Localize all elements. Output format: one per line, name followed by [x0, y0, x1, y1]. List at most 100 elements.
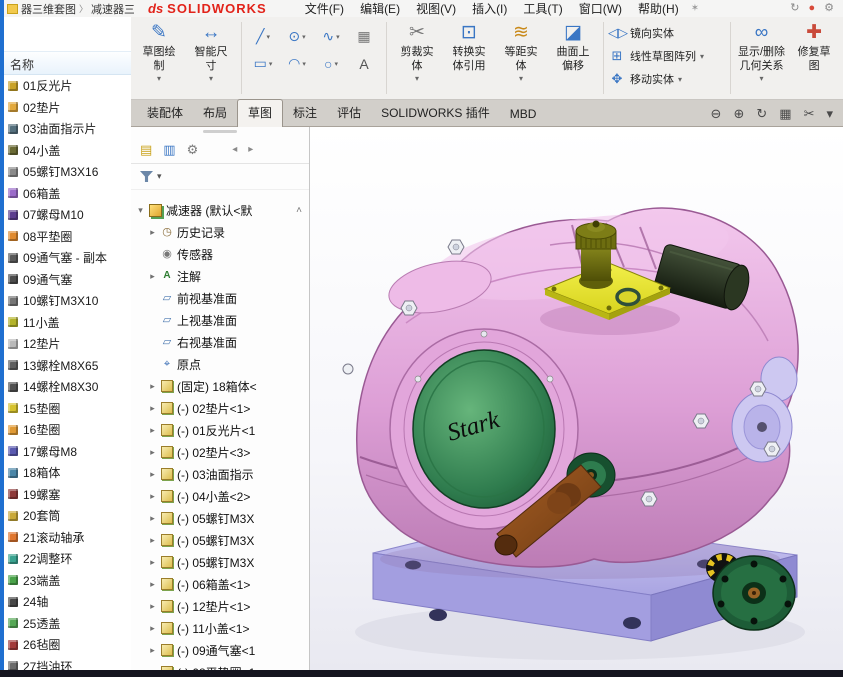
- tree-item[interactable]: ▸ (-) 05螺钉M3X: [131, 529, 309, 551]
- move-entities-button[interactable]: ✥ 移动实体 ▾: [608, 71, 726, 87]
- filter-dropdown-icon[interactable]: ▾: [157, 171, 162, 182]
- collapse-arrow-icon[interactable]: ˄: [296, 205, 302, 216]
- part-list-item[interactable]: 07螺母M10: [4, 204, 131, 226]
- command-tab[interactable]: SOLIDWORKS 插件: [371, 100, 500, 126]
- expander-icon[interactable]: ▸: [148, 491, 157, 502]
- options-gear-icon[interactable]: ⚙: [824, 3, 834, 14]
- tree-item[interactable]: ▸ (-) 04小盖<2>: [131, 485, 309, 507]
- linear-sketch-pattern-button[interactable]: ⊞ 线性草图阵列 ▾: [608, 48, 726, 64]
- expander-icon[interactable]: ▸: [148, 271, 157, 282]
- expander-icon[interactable]: ▸: [148, 227, 157, 238]
- menu-item[interactable]: 帮助(H): [630, 0, 687, 17]
- filter-icon[interactable]: [140, 171, 153, 182]
- part-list-item[interactable]: 23端盖: [4, 570, 131, 592]
- part-list-item[interactable]: 09通气塞 - 副本: [4, 247, 131, 269]
- rebuild-icon[interactable]: ↻: [790, 3, 799, 14]
- tree-item[interactable]: ▸ (固定) 18箱体<: [131, 375, 309, 397]
- part-list-item[interactable]: 04小盖: [4, 140, 131, 162]
- tree-item[interactable]: ▸ (-) 11小盖<1>: [131, 617, 309, 639]
- part-list-item[interactable]: 09通气塞: [4, 269, 131, 291]
- part-list-item[interactable]: 03油面指示片: [4, 118, 131, 140]
- tree-item[interactable]: ▸ 注解: [131, 265, 309, 287]
- circle-tool-icon[interactable]: ⊙ ▾: [280, 23, 314, 50]
- part-list-item[interactable]: 22调整环: [4, 548, 131, 570]
- expander-icon[interactable]: ▸: [148, 469, 157, 480]
- line-tool-icon[interactable]: ╱ ▾: [246, 23, 280, 50]
- menu-item[interactable]: 工具(T): [515, 0, 570, 17]
- tree-item[interactable]: ▸ (-) 08平垫圈<1: [131, 661, 309, 670]
- expander-icon[interactable]: ▸: [148, 425, 157, 436]
- tree-item[interactable]: 右视基准面: [131, 331, 309, 353]
- part-list-item[interactable]: 02垫片: [4, 97, 131, 119]
- tree-item[interactable]: 上视基准面: [131, 309, 309, 331]
- menu-pin-icon[interactable]: ✶: [691, 3, 699, 14]
- tree-item[interactable]: 原点: [131, 353, 309, 375]
- breadcrumb-part-1[interactable]: 器三维套图: [21, 1, 76, 17]
- part-list-item[interactable]: 08平垫圈: [4, 226, 131, 248]
- tree-item[interactable]: ▸ (-) 01反光片<1: [131, 419, 309, 441]
- part-list-item[interactable]: 25透盖: [4, 613, 131, 635]
- tree-item[interactable]: ▸ (-) 09通气塞<1: [131, 639, 309, 661]
- menu-item[interactable]: 文件(F): [297, 0, 352, 17]
- zoom-out-icon[interactable]: ⊖: [711, 107, 722, 120]
- display-delete-relations-button[interactable]: ∞ 显示/删除 几何关系 ▾: [735, 19, 788, 97]
- part-list-item[interactable]: 01反光片: [4, 75, 131, 97]
- convert-entities-button[interactable]: ⊡ 转换实 体引用: [443, 19, 495, 97]
- breadcrumb[interactable]: 器三维套图 〉 减速器三: [4, 1, 134, 17]
- part-list-item[interactable]: 17螺母M8: [4, 441, 131, 463]
- command-tab[interactable]: 标注: [283, 100, 327, 126]
- part-list-item[interactable]: 05螺钉M3X16: [4, 161, 131, 183]
- tree-item[interactable]: 前视基准面: [131, 287, 309, 309]
- repair-sketch-button[interactable]: ✚ 修复草 图: [788, 19, 840, 97]
- part-list-item[interactable]: 10螺钉M3X10: [4, 290, 131, 312]
- offset-entities-button[interactable]: ≋ 等距实 体 ▾: [495, 19, 547, 97]
- expander-icon[interactable]: ▸: [148, 535, 157, 546]
- tree-item[interactable]: ▸ (-) 02垫片<3>: [131, 441, 309, 463]
- part-list-item[interactable]: 16垫圈: [4, 419, 131, 441]
- feature-manager-tab-icon[interactable]: ▤: [140, 143, 152, 156]
- part-list-item[interactable]: 24轴: [4, 591, 131, 613]
- part-list-item[interactable]: 19螺塞: [4, 484, 131, 506]
- trim-entities-button[interactable]: ✂ 剪裁实 体 ▾: [391, 19, 443, 97]
- text-tool-icon[interactable]: A: [348, 50, 382, 77]
- notification-dot-icon[interactable]: ●: [808, 3, 815, 14]
- panel-scroll-left-icon[interactable]: ◂: [232, 144, 237, 155]
- tree-item[interactable]: ▸ (-) 03油面指示: [131, 463, 309, 485]
- expander-icon[interactable]: ▸: [148, 645, 157, 656]
- rectangle-tool-icon[interactable]: ▭ ▾: [246, 50, 280, 77]
- command-tab[interactable]: 评估: [327, 100, 371, 126]
- expander-icon[interactable]: ▾: [136, 205, 145, 216]
- menu-item[interactable]: 编辑(E): [352, 0, 408, 17]
- tree-item[interactable]: ▸ (-) 12垫片<1>: [131, 595, 309, 617]
- part-list-item[interactable]: 11小盖: [4, 312, 131, 334]
- part-list-item[interactable]: 27挡油环: [4, 656, 131, 671]
- menu-item[interactable]: 窗口(W): [571, 0, 630, 17]
- surface-offset-button[interactable]: ◪ 曲面上 偏移: [547, 19, 599, 97]
- point-grid-tool-icon[interactable]: ▦: [348, 23, 382, 50]
- ellipse-tool-icon[interactable]: ○ ▾: [314, 50, 348, 77]
- part-list-item[interactable]: 13螺栓M8X65: [4, 355, 131, 377]
- expander-icon[interactable]: ▸: [148, 557, 157, 568]
- graphics-viewport[interactable]: Stark: [310, 127, 843, 670]
- tree-item[interactable]: ▸ (-) 06箱盖<1>: [131, 573, 309, 595]
- part-list-item[interactable]: 06箱盖: [4, 183, 131, 205]
- expander-icon[interactable]: ▸: [148, 513, 157, 524]
- gearbox-3d-model[interactable]: Stark: [310, 127, 843, 670]
- expander-icon[interactable]: ▸: [148, 601, 157, 612]
- tree-item[interactable]: ▸ (-) 05螺钉M3X: [131, 551, 309, 573]
- part-list-item[interactable]: 12垫片: [4, 333, 131, 355]
- tree-root-item[interactable]: ▾ 减速器 (默认<默 ˄: [131, 199, 309, 221]
- menu-item[interactable]: 视图(V): [408, 0, 464, 17]
- section-view-icon[interactable]: ✂: [804, 107, 815, 120]
- tree-item[interactable]: 传感器: [131, 243, 309, 265]
- part-list-item[interactable]: 26毡圈: [4, 634, 131, 656]
- command-tab[interactable]: 装配体: [137, 100, 193, 126]
- arc-tool-icon[interactable]: ◠ ▾: [280, 50, 314, 77]
- expander-icon[interactable]: ▸: [148, 403, 157, 414]
- expander-icon[interactable]: ▸: [148, 381, 157, 392]
- view-orientation-icon[interactable]: ▦: [779, 107, 791, 120]
- expander-icon[interactable]: ▸: [148, 579, 157, 590]
- command-tab[interactable]: MBD: [500, 103, 547, 126]
- mirror-entities-button[interactable]: ◁▷ 镜向实体: [608, 25, 726, 41]
- more-tools-icon[interactable]: ▾: [826, 107, 833, 120]
